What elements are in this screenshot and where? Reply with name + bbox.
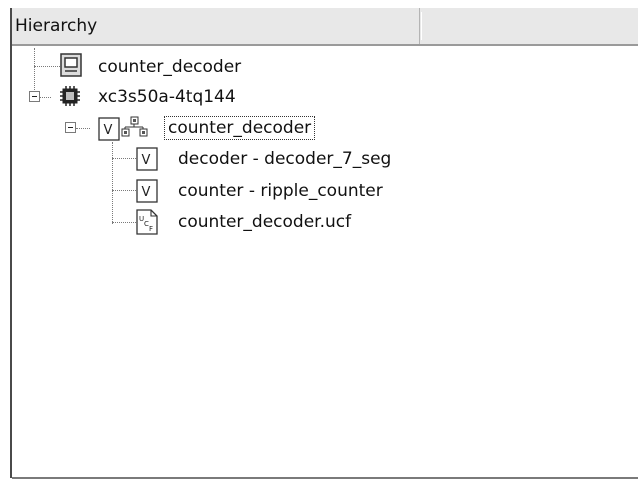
tree-item-label: xc3s50a-4tq144 — [98, 87, 236, 107]
hierarchy-panel: Hierarchy counter_decoder xc3s50a-4tq144… — [0, 0, 638, 481]
hierarchy-header: Hierarchy — [12, 8, 638, 46]
hierarchy-title: Hierarchy — [15, 16, 98, 36]
svg-text:V: V — [142, 153, 151, 168]
verilog-top-module-icon: V — [98, 116, 148, 141]
project-file-icon — [60, 53, 82, 77]
ucf-constraints-file-icon: U C F — [136, 209, 158, 235]
svg-text:V: V — [104, 123, 113, 138]
verilog-file-icon: V — [136, 147, 158, 171]
collapse-toggle-icon[interactable] — [65, 122, 76, 133]
tree-item-label: counter_decoder — [164, 116, 316, 140]
tree-item-label: decoder - decoder_7_seg — [178, 149, 392, 169]
tree-item-label: counter - ripple_counter — [178, 181, 383, 201]
svg-text:F: F — [149, 225, 153, 233]
fpga-chip-icon — [60, 86, 80, 106]
collapse-toggle-icon[interactable] — [29, 91, 40, 102]
svg-text:V: V — [142, 185, 151, 200]
tree-item-label: counter_decoder.ucf — [178, 212, 352, 232]
verilog-file-icon: V — [136, 179, 158, 203]
hierarchy-tree: counter_decoder xc3s50a-4tq144 V counter… — [12, 46, 638, 476]
tree-item-label: counter_decoder — [98, 57, 242, 77]
panel-left-border — [0, 0, 12, 481]
header-column-name[interactable]: Hierarchy — [12, 8, 422, 44]
panel-bottom-border — [12, 477, 638, 479]
